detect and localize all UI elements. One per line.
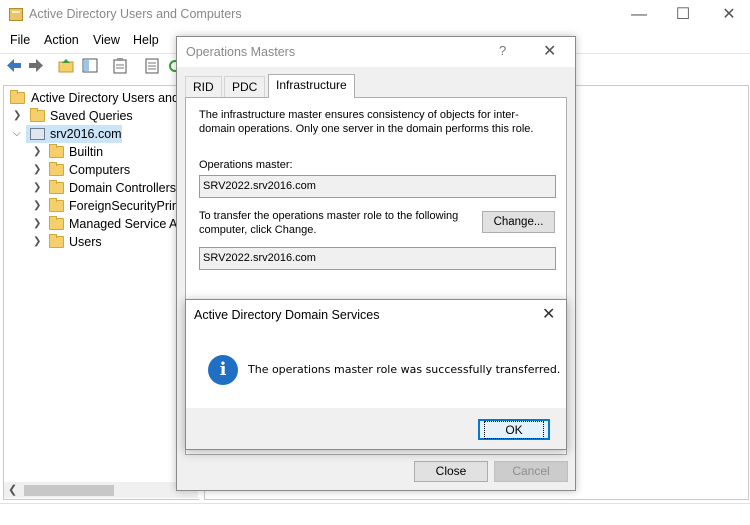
folder-icon [49, 216, 64, 230]
maximize-button[interactable]: ☐ [668, 4, 698, 26]
ok-label: OK [484, 421, 544, 439]
message-close-button[interactable]: ✕ [542, 304, 555, 324]
menu-file[interactable]: File [10, 33, 30, 47]
dialog-close-button[interactable]: ✕ [543, 41, 556, 61]
domain-icon [30, 128, 45, 140]
tree-horizontal-scrollbar[interactable]: ❮ [4, 482, 198, 498]
menu-action[interactable]: Action [44, 33, 79, 47]
ops-master-field[interactable]: SRV2022.srv2016.com [199, 175, 556, 198]
chevron-right-icon[interactable]: ❯ [33, 161, 43, 179]
tree-item-domain-controllers[interactable]: ❯ Domain Controllers [4, 179, 199, 197]
folder-icon [49, 234, 64, 248]
message-footer: OK [186, 408, 566, 449]
message-text: The operations master role was successfu… [248, 363, 561, 376]
main-titlebar: Active Directory Users and Computers — ☐… [0, 0, 750, 30]
menu-help[interactable]: Help [133, 33, 159, 47]
transfer-instructions: To transfer the operations master role t… [199, 210, 459, 236]
app-folder-icon [9, 8, 23, 21]
ad-ds-message-box: Active Directory Domain Services ✕ i The… [185, 299, 567, 450]
target-server-field[interactable]: SRV2022.srv2016.com [199, 247, 556, 270]
tree-item-managed-service[interactable]: ❯ Managed Service Ac [4, 215, 199, 233]
ou-folder-icon [49, 180, 64, 194]
ok-button[interactable]: OK [478, 419, 550, 440]
dialog-titlebar: Operations Masters ? ✕ [177, 37, 575, 67]
chevron-right-icon[interactable]: ❯ [33, 179, 43, 197]
folder-icon [49, 198, 64, 212]
forward-arrow-icon[interactable] [27, 57, 45, 74]
info-icon: i [208, 355, 238, 385]
tree-item-saved-queries[interactable]: ❯ Saved Queries [4, 107, 199, 125]
close-window-button[interactable]: ✕ [714, 4, 744, 26]
chevron-right-icon[interactable]: ❯ [33, 215, 43, 233]
tree-item-users[interactable]: ❯ Users [4, 233, 199, 251]
chevron-right-icon[interactable]: ❯ [33, 197, 43, 215]
properties-clipboard-icon[interactable] [111, 57, 129, 74]
directory-icon [10, 90, 25, 104]
tab-rid[interactable]: RID [185, 76, 222, 97]
back-arrow-icon[interactable] [5, 57, 23, 74]
scroll-left-icon[interactable]: ❮ [8, 482, 17, 498]
show-console-tree-icon[interactable] [81, 57, 99, 74]
status-bar [0, 503, 750, 525]
export-list-icon[interactable] [143, 57, 161, 74]
tree-item-domain[interactable]: ⌵ srv2016.com [4, 125, 199, 143]
scrollbar-thumb[interactable] [24, 485, 114, 496]
folder-icon [49, 144, 64, 158]
role-description: The infrastructure master ensures consis… [199, 109, 534, 135]
folder-icon [49, 162, 64, 176]
menu-view[interactable]: View [93, 33, 120, 47]
minimize-button[interactable]: — [624, 4, 654, 26]
chevron-right-icon[interactable]: ❯ [33, 233, 43, 251]
main-window-title: Active Directory Users and Computers [29, 7, 242, 21]
cancel-button[interactable]: Cancel [494, 461, 568, 482]
chevron-down-icon[interactable]: ⌵ [13, 125, 23, 143]
change-button[interactable]: Change... [482, 211, 555, 233]
tree-item-foreign-security[interactable]: ❯ ForeignSecurityPrinc [4, 197, 199, 215]
up-folder-icon[interactable] [57, 57, 75, 74]
folder-icon [30, 108, 45, 122]
dialog-title: Operations Masters [186, 45, 296, 59]
chevron-right-icon[interactable]: ❯ [33, 143, 43, 161]
tab-pdc[interactable]: PDC [224, 76, 266, 97]
chevron-right-icon[interactable]: ❯ [13, 107, 23, 125]
tab-infrastructure[interactable]: Infrastructure [268, 74, 355, 98]
close-button[interactable]: Close [414, 461, 488, 482]
tree-item-computers[interactable]: ❯ Computers [4, 161, 199, 179]
ops-master-label: Operations master: [199, 159, 293, 171]
tree-item-builtin[interactable]: ❯ Builtin [4, 143, 199, 161]
tree-item-root[interactable]: Active Directory Users and C [10, 89, 199, 107]
message-title: Active Directory Domain Services [194, 308, 380, 322]
help-button[interactable]: ? [499, 43, 506, 58]
console-tree: Active Directory Users and C ❯ Saved Que… [3, 85, 199, 500]
